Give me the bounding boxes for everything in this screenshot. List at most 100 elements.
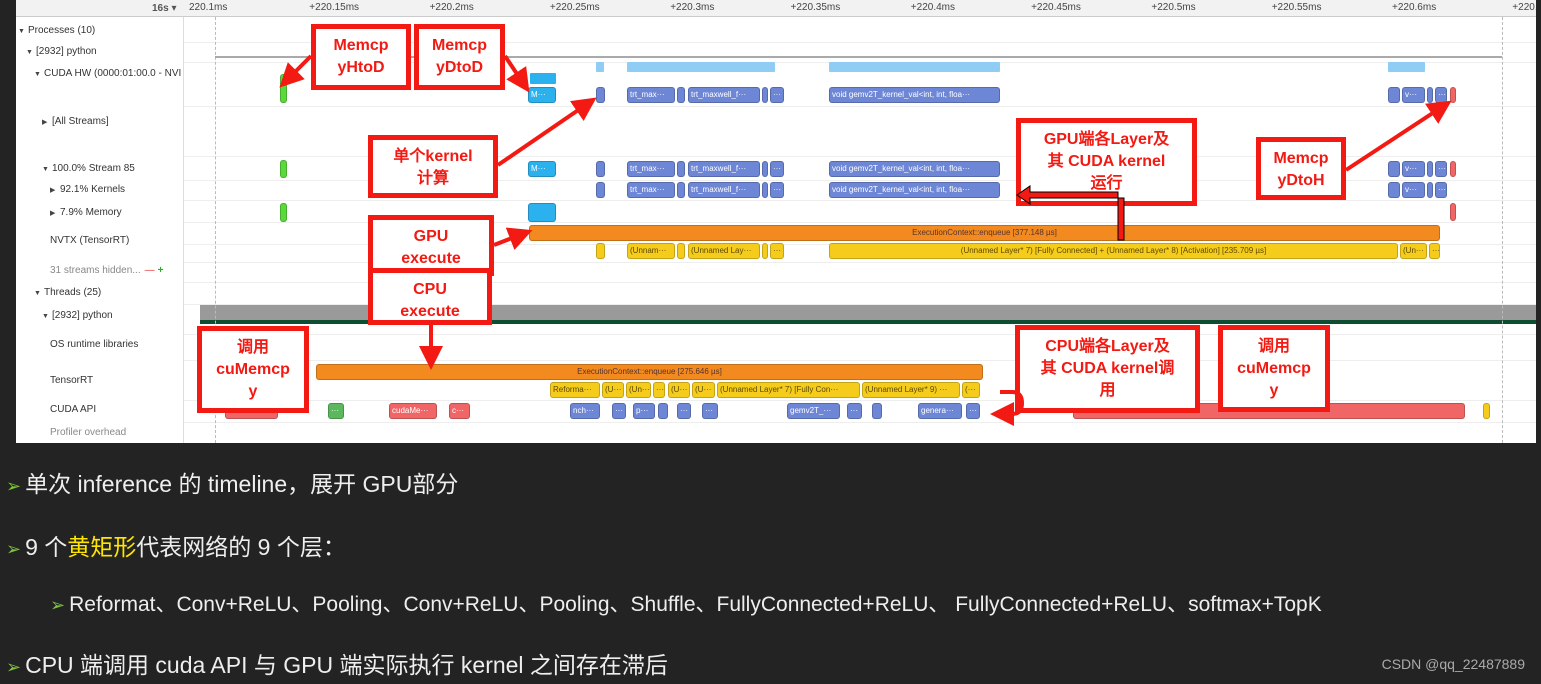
cpu-layer-range[interactable]: (Un··· <box>626 382 651 398</box>
kernel-block[interactable] <box>762 161 768 177</box>
cuda-api-call[interactable]: ··· <box>847 403 862 419</box>
cpu-layer-range[interactable]: (Unnamed Layer* 9) ··· <box>862 382 960 398</box>
track-2932-python[interactable]: ▼ [2932] python <box>42 310 113 321</box>
nvtx-enqueue-gpu[interactable]: ExecutionContext::enqueue [377.148 µs] <box>529 225 1440 241</box>
kernel-block[interactable]: v··· <box>1402 87 1425 103</box>
kernel-block[interactable]: ··· <box>1435 87 1447 103</box>
zoom-scale-dropdown[interactable]: 16s ▾ <box>152 3 176 14</box>
cuda-api-call[interactable]: nch··· <box>570 403 600 419</box>
track-tensorrt[interactable]: TensorRT <box>50 375 93 386</box>
memcpy-dtod-block[interactable]: M··· <box>528 161 556 177</box>
gpu-layer-range[interactable] <box>596 243 605 259</box>
cuda-api-call[interactable]: gemv2T_··· <box>787 403 840 419</box>
expand-caret-right-icon[interactable]: ▶ <box>42 118 52 126</box>
kernel-block[interactable]: trt_maxwell_f··· <box>688 182 760 198</box>
kernel-block[interactable] <box>1427 182 1433 198</box>
track-2932-python[interactable]: ▼ [2932] python <box>26 46 97 57</box>
cuda-api-call[interactable]: ··· <box>612 403 626 419</box>
cuda-api-call[interactable]: p··· <box>633 403 655 419</box>
gpu-layer-range[interactable]: (Unnamed Layer* 7) [Fully Connected] + (… <box>829 243 1398 259</box>
memcpy-htod-block[interactable] <box>280 74 287 103</box>
track-100-0-stream-85[interactable]: ▼ 100.0% Stream 85 <box>42 163 135 174</box>
memcpy-htod-block[interactable] <box>280 160 287 178</box>
kernel-block[interactable] <box>1427 87 1433 103</box>
cuda-api-call[interactable] <box>658 403 668 419</box>
kernel-block[interactable] <box>1388 182 1400 198</box>
gpu-layer-range[interactable]: (Un··· <box>1400 243 1427 259</box>
track-os-runtime-libraries[interactable]: OS runtime libraries <box>50 339 138 350</box>
time-ruler[interactable]: 16s ▾ 220.1ms +220.15ms +220.2ms +220.25ms +… <box>16 0 1536 17</box>
kernel-block[interactable] <box>762 182 768 198</box>
cpu-layer-range[interactable]: (U··· <box>668 382 690 398</box>
expand-caret-down-icon[interactable]: ▼ <box>18 28 28 35</box>
kernel-block[interactable] <box>596 87 605 103</box>
kernel-block[interactable]: ··· <box>770 87 784 103</box>
cpu-layer-range[interactable]: Reforma··· <box>550 382 600 398</box>
track-92-1-kernels[interactable]: ▶ 92.1% Kernels <box>50 184 125 195</box>
memcpy-dtod-block[interactable]: M··· <box>528 87 556 103</box>
cpu-layer-range[interactable]: ··· <box>653 382 665 398</box>
expand-caret-right-icon[interactable]: ▶ <box>50 209 60 217</box>
memcpy-dtoh-block[interactable] <box>1450 87 1456 103</box>
gpu-layer-range[interactable]: ··· <box>770 243 784 259</box>
track-nvtx-tensorrt[interactable]: NVTX (TensorRT) <box>50 235 129 246</box>
track-processes-10[interactable]: ▼ Processes (10) <box>18 25 95 36</box>
cuda-api-call[interactable]: ··· <box>702 403 718 419</box>
memcpy-htod-block[interactable] <box>280 203 287 222</box>
kernel-block[interactable]: trt_max··· <box>627 87 675 103</box>
memcpy-dtoh-block[interactable] <box>1450 203 1456 221</box>
cuda-api-call[interactable] <box>1483 403 1490 419</box>
cpu-layer-range[interactable]: (Unnamed Layer* 7) [Fully Con··· <box>717 382 860 398</box>
cuda-api-call[interactable]: ··· <box>328 403 344 419</box>
kernel-block[interactable] <box>596 182 605 198</box>
cuda-api-call[interactable]: ··· <box>677 403 691 419</box>
track-cuda-api[interactable]: CUDA API <box>50 404 96 415</box>
expand-caret-down-icon[interactable]: ▼ <box>34 71 44 78</box>
track-31-streams-hidden[interactable]: 31 streams hidden... — + <box>50 265 163 276</box>
gpu-layer-range[interactable]: (Unnam··· <box>627 243 675 259</box>
kernel-block[interactable] <box>762 87 768 103</box>
cuda-api-call[interactable]: genera··· <box>918 403 962 419</box>
kernel-block[interactable]: void gemv2T_kernel_val<int, int, floa··· <box>829 87 1000 103</box>
cuda-api-call[interactable]: ··· <box>966 403 980 419</box>
cpu-layer-range[interactable]: (··· <box>962 382 980 398</box>
kernel-block[interactable]: trt_max··· <box>627 161 675 177</box>
kernel-block[interactable]: ··· <box>770 161 784 177</box>
track-cuda-hw-0000-01-00-0-nvi[interactable]: ▼ CUDA HW (0000:01:00.0 - NVI <box>34 68 181 79</box>
kernel-block[interactable]: void gemv2T_kernel_val<int, int, floa··· <box>829 182 1000 198</box>
memcpy-dtod-block[interactable] <box>528 203 556 222</box>
expand-caret-down-icon[interactable]: ▼ <box>42 166 52 173</box>
track-all-streams[interactable]: ▶ [All Streams] <box>42 116 109 127</box>
nvtx-enqueue-cpu[interactable]: ExecutionContext::enqueue [275.646 µs] <box>316 364 983 380</box>
kernel-block[interactable]: ··· <box>1435 182 1447 198</box>
kernel-block[interactable] <box>1427 161 1433 177</box>
kernel-block[interactable] <box>677 161 685 177</box>
cuda-api-call[interactable] <box>872 403 882 419</box>
cuda-api-call[interactable]: c··· <box>449 403 470 419</box>
kernel-block[interactable]: void gemv2T_kernel_val<int, int, floa··· <box>829 161 1000 177</box>
gpu-layer-range[interactable]: ··· <box>1429 243 1440 259</box>
kernel-block[interactable]: trt_maxwell_f··· <box>688 87 760 103</box>
kernel-block[interactable] <box>596 161 605 177</box>
memcpy-dtoh-block[interactable] <box>1450 161 1456 177</box>
gpu-layer-range[interactable]: (Unnamed Lay··· <box>688 243 760 259</box>
kernel-block[interactable]: v··· <box>1402 182 1425 198</box>
expand-caret-down-icon[interactable]: ▼ <box>34 290 44 297</box>
kernel-block[interactable]: v··· <box>1402 161 1425 177</box>
gpu-layer-range[interactable] <box>677 243 685 259</box>
kernel-block[interactable]: ··· <box>770 182 784 198</box>
cpu-layer-range[interactable]: (U··· <box>602 382 624 398</box>
expand-caret-down-icon[interactable]: ▼ <box>42 313 52 320</box>
kernel-block[interactable] <box>677 87 685 103</box>
expand-caret-right-icon[interactable]: ▶ <box>50 186 60 194</box>
kernel-block[interactable] <box>1388 161 1400 177</box>
kernel-block[interactable] <box>1388 87 1400 103</box>
cuda-api-call[interactable]: cudaMe··· <box>389 403 437 419</box>
track-threads-25[interactable]: ▼ Threads (25) <box>34 287 101 298</box>
cpu-layer-range[interactable]: (U··· <box>692 382 715 398</box>
hide-stream-button[interactable]: — <box>145 265 155 276</box>
gpu-layer-range[interactable] <box>762 243 768 259</box>
track-profiler-overhead[interactable]: Profiler overhead <box>50 427 126 438</box>
expand-caret-down-icon[interactable]: ▼ <box>26 49 36 56</box>
kernel-block[interactable]: trt_maxwell_f··· <box>688 161 760 177</box>
